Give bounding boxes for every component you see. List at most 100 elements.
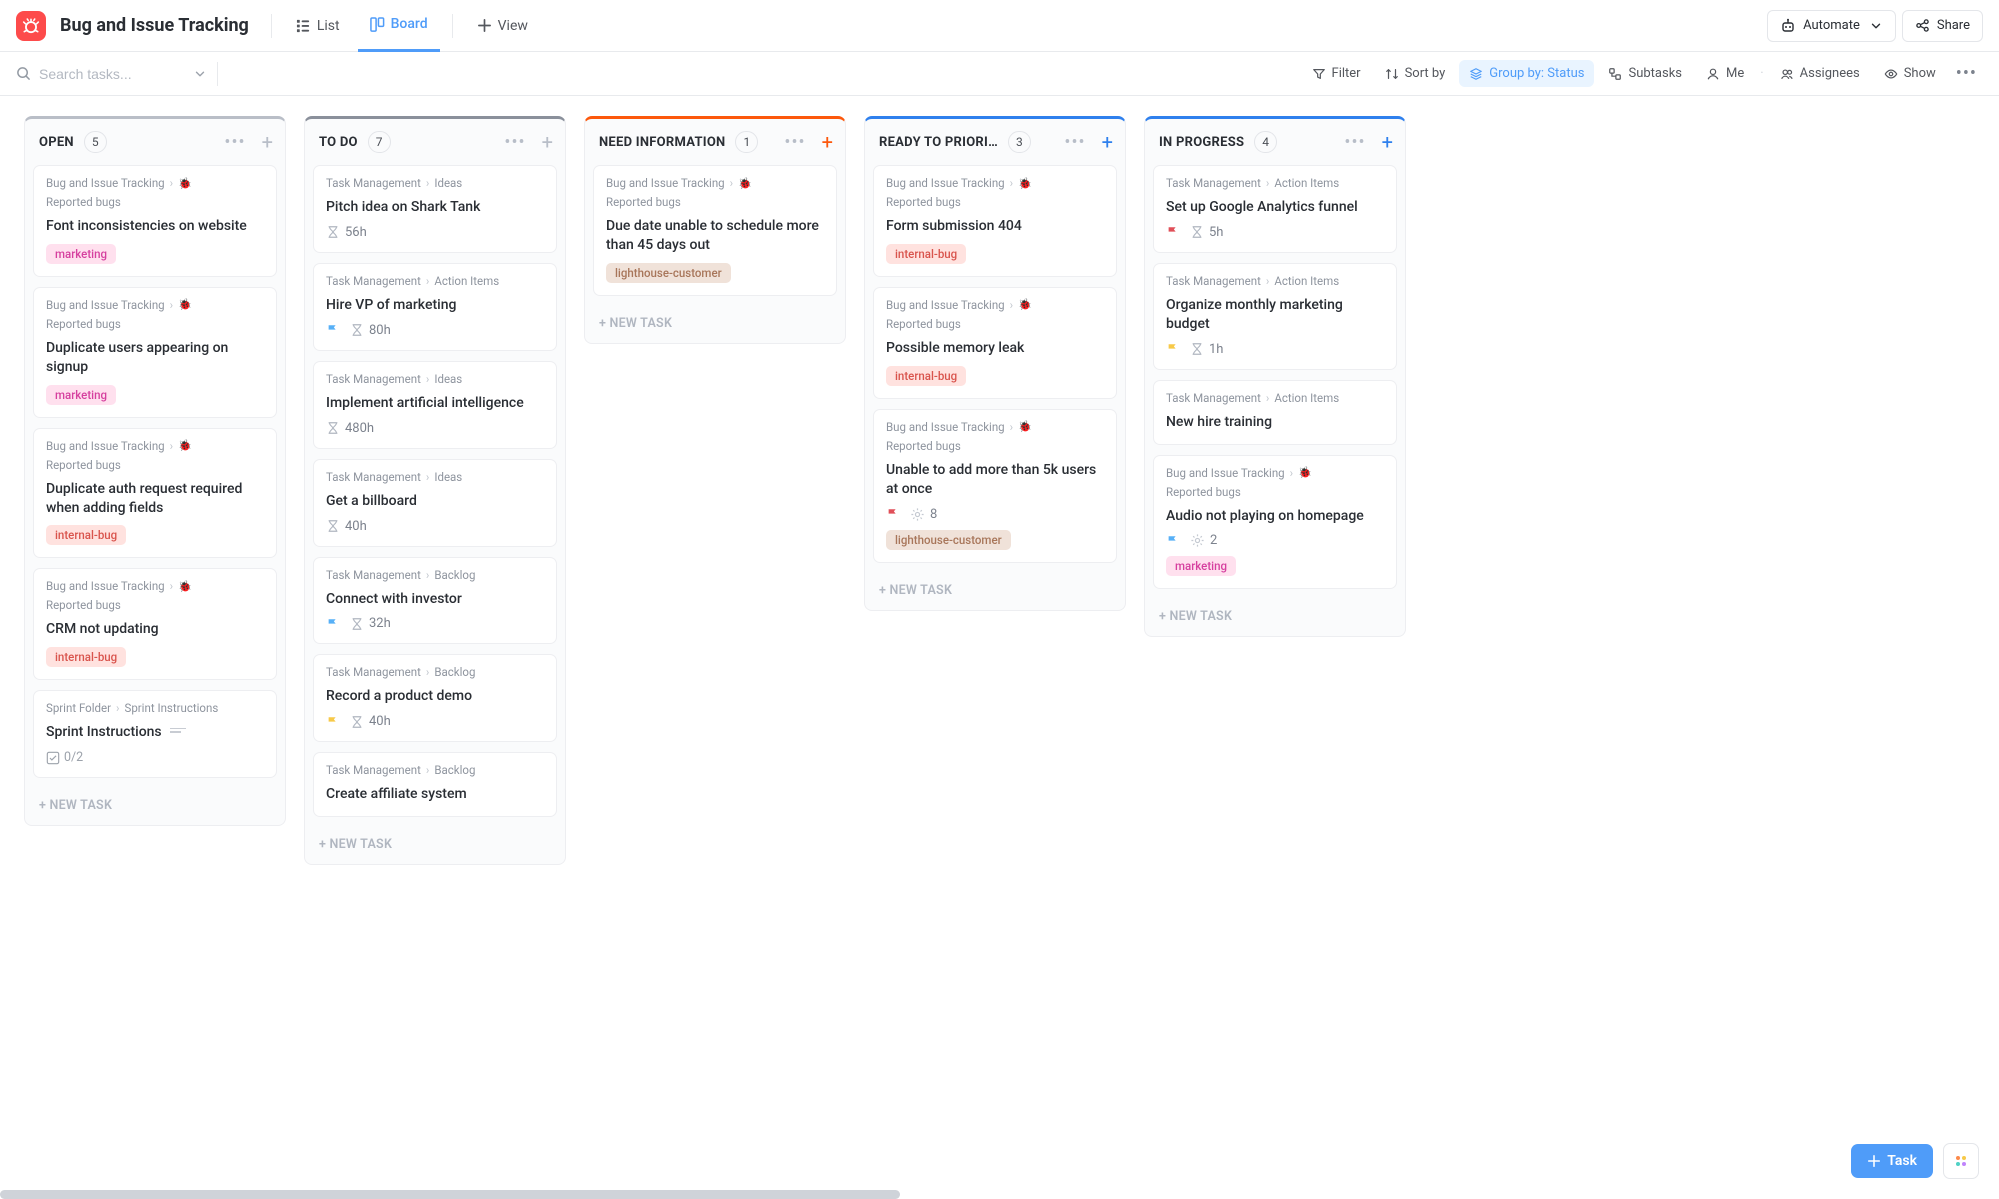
apps-fab[interactable] [1943,1143,1979,1179]
card-breadcrumb: Bug and Issue Tracking›🐞Reported bugs [886,298,1104,331]
column-add-button[interactable]: + [1102,132,1113,152]
time-estimate: 40h [350,714,391,729]
sort-by-button[interactable]: Sort by [1375,60,1456,87]
new-task-button[interactable]: + NEW TASK [1145,599,1405,636]
new-task-fab[interactable]: Task [1851,1144,1933,1178]
tag-lighthouse-customer[interactable]: lighthouse-customer [886,530,1011,550]
task-card[interactable]: Task Management›Ideas Pitch idea on Shar… [313,165,557,253]
task-card[interactable]: Task Management›Ideas Implement artifici… [313,361,557,449]
card-title: Hire VP of marketing [326,296,544,315]
column-more-button[interactable]: ••• [784,132,805,153]
column-cards: Bug and Issue Tracking›🐞Reported bugs Fo… [25,165,285,788]
card-breadcrumb: Bug and Issue Tracking›🐞Reported bugs [606,176,824,209]
share-icon [1915,18,1930,33]
column-more-button[interactable]: ••• [1344,132,1365,153]
task-card[interactable]: Sprint Folder›Sprint Instructions Sprint… [33,690,277,778]
share-button[interactable]: Share [1902,10,1983,42]
card-meta: 5h [1166,225,1384,240]
column-add-button[interactable]: + [1382,132,1393,152]
card-tags: internal-bug [46,647,264,667]
subtasks-button[interactable]: Subtasks [1598,60,1692,87]
chevron-down-icon[interactable] [193,67,207,81]
new-task-button[interactable]: + NEW TASK [25,788,285,825]
column-more-button[interactable]: ••• [224,132,245,153]
task-card[interactable]: Task Management›Backlog Create affiliate… [313,752,557,817]
hourglass-icon [326,421,340,435]
show-button[interactable]: Show [1874,60,1946,87]
hourglass-icon [326,225,340,239]
column-add-button[interactable]: + [542,132,553,152]
card-title: Create affiliate system [326,785,544,804]
task-card[interactable]: Bug and Issue Tracking›🐞Reported bugs Fo… [873,165,1117,277]
priority-flag-icon [1166,342,1180,356]
task-card[interactable]: Bug and Issue Tracking›🐞Reported bugs Au… [1153,455,1397,590]
column-add-button[interactable]: + [262,132,273,152]
task-card[interactable]: Bug and Issue Tracking›🐞Reported bugs Fo… [33,165,277,277]
task-card[interactable]: Bug and Issue Tracking›🐞Reported bugs Du… [33,428,277,559]
tag-internal-bug[interactable]: internal-bug [886,244,966,264]
toolbar-more-button[interactable]: ••• [1950,59,1983,88]
card-breadcrumb: Task Management›Ideas [326,372,544,386]
task-card[interactable]: Task Management›Action Items New hire tr… [1153,380,1397,445]
task-card[interactable]: Bug and Issue Tracking›🐞Reported bugs Un… [873,409,1117,563]
column-more-button[interactable]: ••• [504,132,525,153]
card-breadcrumb: Task Management›Action Items [326,274,544,288]
group-by-button[interactable]: Group by: Status [1459,60,1594,87]
priority-flag-icon [326,715,340,729]
task-card[interactable]: Bug and Issue Tracking›🐞Reported bugs Po… [873,287,1117,399]
tag-lighthouse-customer[interactable]: lighthouse-customer [606,263,731,283]
apps-icon [1953,1153,1969,1169]
new-task-button[interactable]: + NEW TASK [865,573,1125,610]
task-card[interactable]: Task Management›Backlog Connect with inv… [313,557,557,645]
column-title: NEED INFORMATION [599,135,725,150]
priority-flag-icon [1166,534,1180,548]
view-tab-list[interactable]: List [284,0,352,52]
tag-internal-bug[interactable]: internal-bug [46,525,126,545]
new-task-button[interactable]: + NEW TASK [585,306,845,343]
column-count: 1 [735,131,758,153]
space-icon [16,11,46,41]
new-task-button[interactable]: + NEW TASK [305,827,565,864]
view-tab-board[interactable]: Board [358,0,440,52]
task-card[interactable]: Bug and Issue Tracking›🐞Reported bugs Du… [593,165,837,296]
priority-flag-icon [1166,225,1180,239]
tag-internal-bug[interactable]: internal-bug [46,647,126,667]
task-card[interactable]: Bug and Issue Tracking›🐞Reported bugs Du… [33,287,277,418]
card-breadcrumb: Bug and Issue Tracking›🐞Reported bugs [46,298,264,331]
horizontal-scrollbar[interactable] [0,1190,900,1199]
tag-marketing[interactable]: marketing [46,244,116,264]
bug-icon: 🐞 [1018,420,1032,433]
card-meta: 40h [326,714,544,729]
list-icon [296,18,311,33]
filter-icon [1312,67,1326,81]
priority-flag-icon [886,507,900,521]
column-more-button[interactable]: ••• [1064,132,1085,153]
card-title: Possible memory leak [886,339,1104,358]
search-input[interactable] [39,66,179,82]
task-card[interactable]: Task Management›Action Items Organize mo… [1153,263,1397,370]
card-breadcrumb: Sprint Folder›Sprint Instructions [46,701,264,715]
column-add-button[interactable]: + [822,132,833,152]
top-bar: Bug and Issue Tracking List Board View A… [0,0,1999,52]
filter-button[interactable]: Filter [1302,60,1371,87]
bug-icon: 🐞 [178,298,192,311]
add-view-button[interactable]: View [465,0,540,52]
tag-marketing[interactable]: marketing [46,385,116,405]
task-card[interactable]: Task Management›Backlog Record a product… [313,654,557,742]
task-card[interactable]: Task Management›Action Items Set up Goog… [1153,165,1397,253]
me-button[interactable]: Me [1696,60,1754,87]
assignees-button[interactable]: Assignees [1770,60,1870,87]
automate-button[interactable]: Automate [1767,10,1896,42]
column-header: IN PROGRESS 4 ••• + [1145,119,1405,165]
search-input-wrap[interactable] [16,66,207,82]
task-card[interactable]: Task Management›Action Items Hire VP of … [313,263,557,351]
task-card[interactable]: Bug and Issue Tracking›🐞Reported bugs CR… [33,568,277,680]
column-cards: Task Management›Ideas Pitch idea on Shar… [305,165,565,827]
task-card[interactable]: Task Management›Ideas Get a billboard 40… [313,459,557,547]
tag-internal-bug[interactable]: internal-bug [886,366,966,386]
sprint-points: 8 [910,507,937,522]
column-count: 7 [368,131,391,153]
tag-marketing[interactable]: marketing [1166,556,1236,576]
column-header: READY TO PRIORI… 3 ••• + [865,119,1125,165]
card-title: Form submission 404 [886,217,1104,236]
